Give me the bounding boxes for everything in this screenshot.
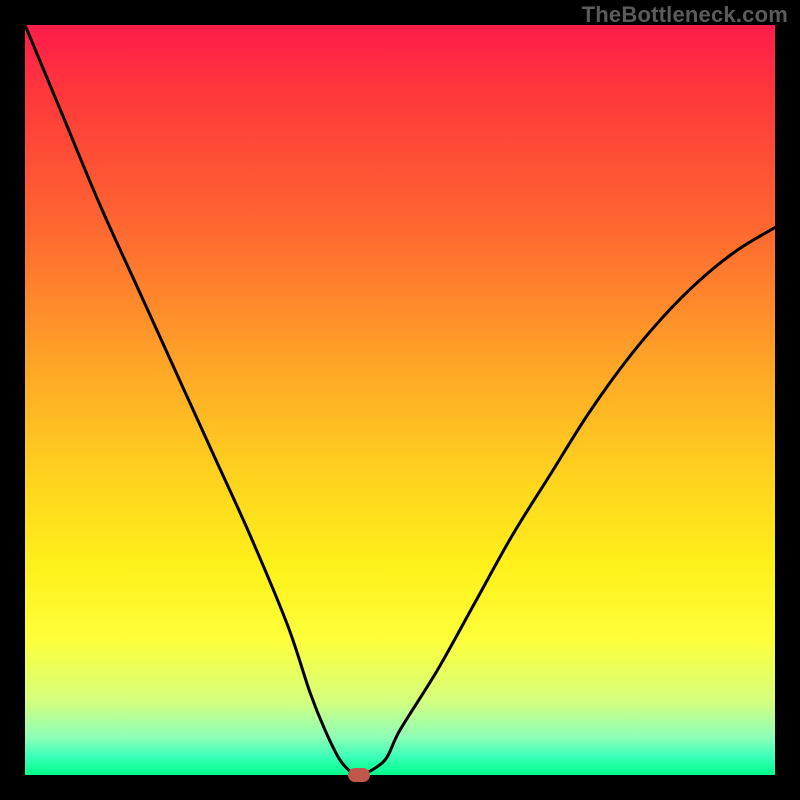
attribution-text: TheBottleneck.com [582, 2, 788, 28]
curve-layer [25, 25, 775, 775]
minimum-marker [348, 768, 370, 782]
plot-gradient-background [25, 25, 775, 775]
chart-frame: TheBottleneck.com [0, 0, 800, 800]
bottleneck-curve [25, 25, 775, 777]
